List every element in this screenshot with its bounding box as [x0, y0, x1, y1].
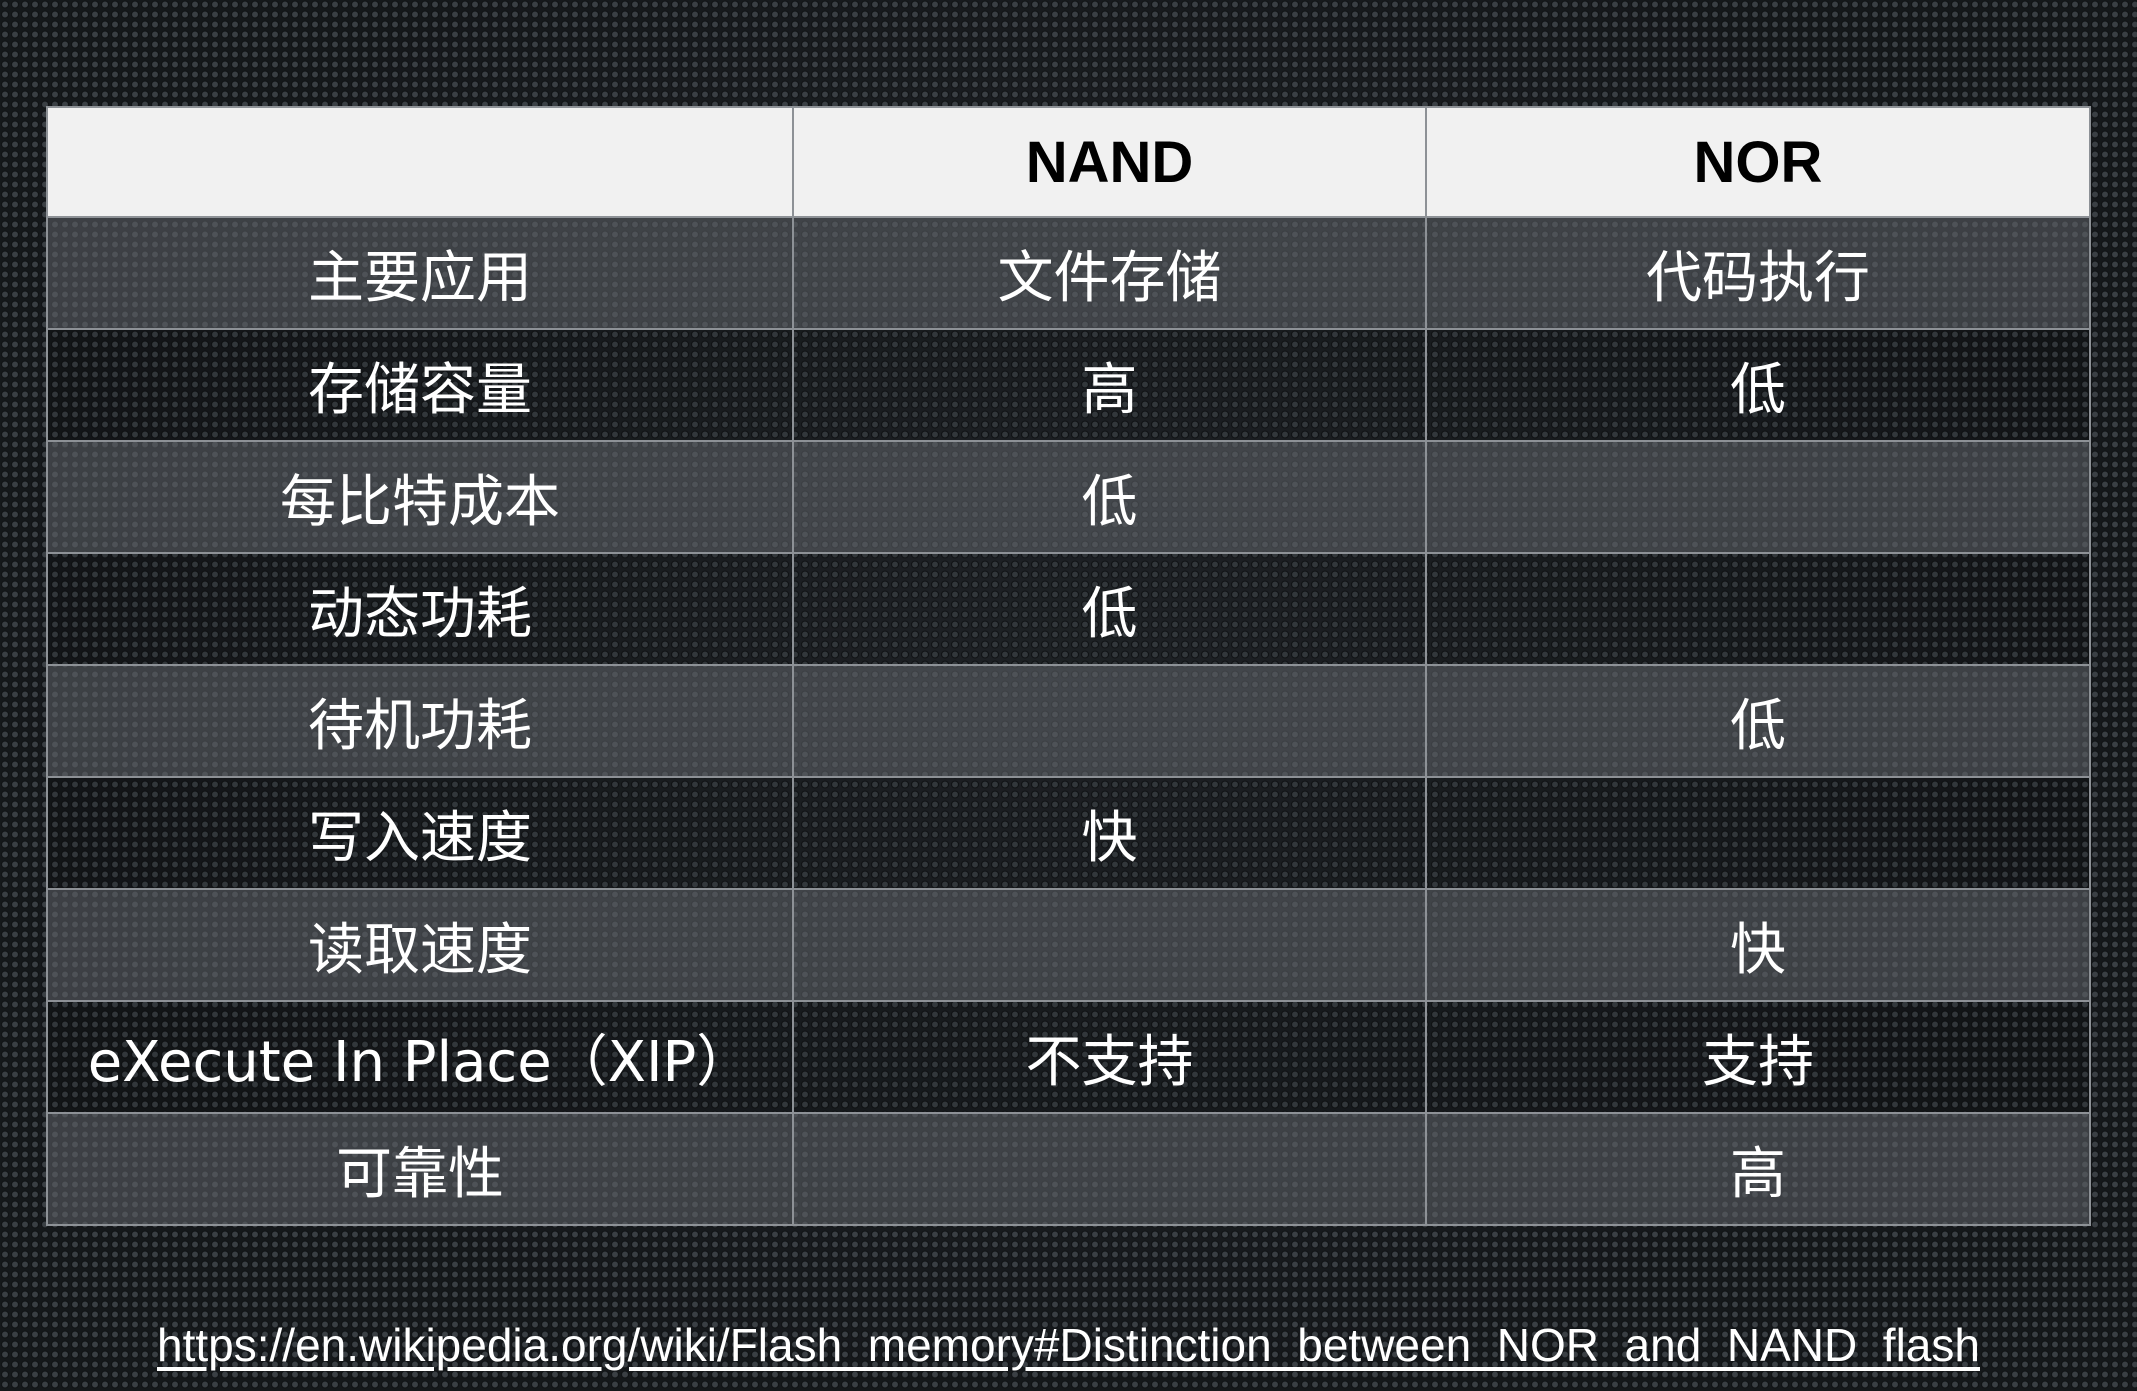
- feature-cell: eXecute In Place（XIP）: [46, 1000, 794, 1114]
- table-row: 动态功耗 低: [46, 552, 2091, 666]
- nor-cell: 代码执行: [1425, 216, 2091, 330]
- header-row: NAND NOR: [46, 106, 2091, 218]
- table-row: 存储容量 高 低: [46, 328, 2091, 442]
- nand-cell: 高: [792, 328, 1427, 442]
- nor-cell: 低: [1425, 328, 2091, 442]
- nand-cell: 低: [792, 552, 1427, 666]
- table-row: eXecute In Place（XIP） 不支持 支持: [46, 1000, 2091, 1114]
- nor-cell: [1425, 776, 2091, 890]
- nand-cell: 低: [792, 440, 1427, 554]
- nor-cell: 高: [1425, 1112, 2091, 1226]
- nand-cell: 快: [792, 776, 1427, 890]
- source-link[interactable]: https://en.wikipedia.org/wiki/Flash_memo…: [0, 1318, 2137, 1372]
- nor-cell: [1425, 552, 2091, 666]
- table-header: NAND NOR: [46, 106, 2091, 218]
- nor-cell: [1425, 440, 2091, 554]
- feature-cell: 主要应用: [46, 216, 794, 330]
- comparison-table: NAND NOR 主要应用 文件存储 代码执行 存储容量 高 低 每比特成本 低…: [46, 106, 2091, 1226]
- feature-cell: 动态功耗: [46, 552, 794, 666]
- table-row: 每比特成本 低: [46, 440, 2091, 554]
- feature-cell: 读取速度: [46, 888, 794, 1002]
- nand-cell: [792, 664, 1427, 778]
- nor-cell: 低: [1425, 664, 2091, 778]
- header-cell-feature: [46, 106, 794, 218]
- table-row: 写入速度 快: [46, 776, 2091, 890]
- feature-cell: 存储容量: [46, 328, 794, 442]
- feature-cell: 可靠性: [46, 1112, 794, 1226]
- nor-cell: 快: [1425, 888, 2091, 1002]
- table-row: 可靠性 高: [46, 1112, 2091, 1226]
- nand-cell: 不支持: [792, 1000, 1427, 1114]
- header-cell-nor: NOR: [1425, 106, 2091, 218]
- header-cell-nand: NAND: [792, 106, 1427, 218]
- table-row: 主要应用 文件存储 代码执行: [46, 216, 2091, 330]
- table-row: 读取速度 快: [46, 888, 2091, 1002]
- feature-cell: 每比特成本: [46, 440, 794, 554]
- nand-cell: [792, 1112, 1427, 1226]
- nand-cell: [792, 888, 1427, 1002]
- feature-cell: 写入速度: [46, 776, 794, 890]
- table-body: 主要应用 文件存储 代码执行 存储容量 高 低 每比特成本 低 动态功耗 低 待…: [46, 216, 2091, 1226]
- nor-cell: 支持: [1425, 1000, 2091, 1114]
- table-row: 待机功耗 低: [46, 664, 2091, 778]
- nand-cell: 文件存储: [792, 216, 1427, 330]
- feature-cell: 待机功耗: [46, 664, 794, 778]
- slide: NAND NOR 主要应用 文件存储 代码执行 存储容量 高 低 每比特成本 低…: [0, 0, 2137, 1391]
